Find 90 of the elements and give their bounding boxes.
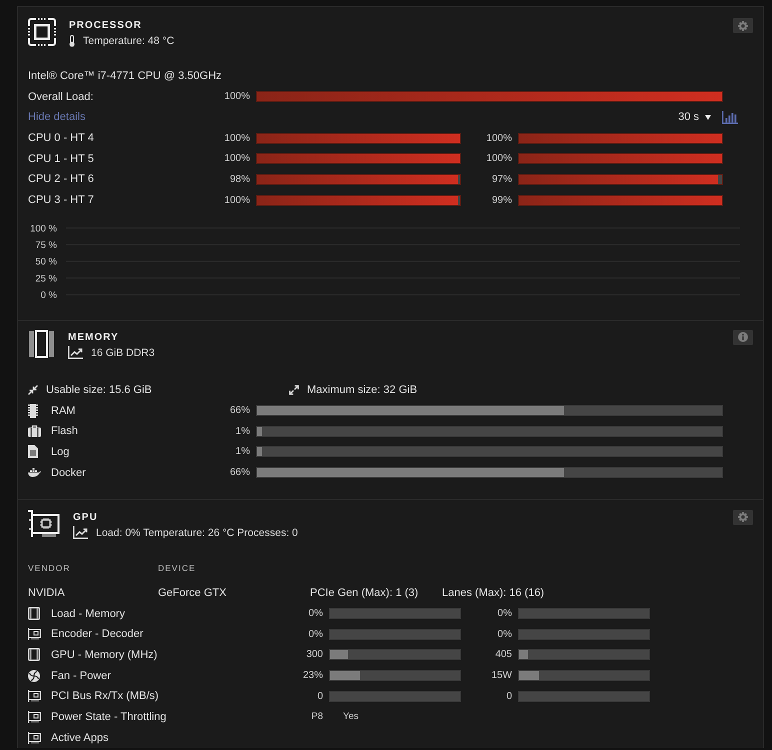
bar-chart-icon[interactable] [722,110,738,124]
thermometer-icon [69,35,75,47]
expand-arrows-icon [289,384,299,395]
metric-value: 15W [491,670,513,682]
section-title: MEMORY [68,330,120,345]
core-label: CPU 3 - HT 7 [28,194,94,206]
settings-icon [738,512,748,522]
section-title: GPU [73,510,99,525]
usable-size-text: Usable size: 15.6 GiB [46,384,152,396]
device-text: GeForce GTX [158,586,226,601]
cpu-chip-icon [28,18,56,46]
percentage-text: 100% [486,153,513,164]
metric-label: Active Apps [51,732,108,744]
pcie-generation-text: PCIe Gen (Max): 1 (3) [310,586,418,601]
settings-button[interactable] [733,510,753,525]
core-label: CPU 2 - HT 6 [28,173,94,186]
core-label: CPU 0 - HT 4 [28,132,94,144]
vendor-text: NVIDIA [28,586,65,601]
metric-label: Encoder - Decoder [51,628,144,640]
gpu-summary-text: Load: 0% Temperature: 26 °C Processes: 0 [96,526,298,541]
scale-label: 25 % [35,273,57,284]
graphics-card-icon [28,510,60,538]
briefcase-icon [28,425,41,438]
line-graph-icon [68,346,83,360]
column-header: VENDOR [28,562,70,575]
pcie-lanes-text: Lanes (Max): 16 (16) [442,586,544,601]
metric-value: 300 [306,649,324,660]
metric-value: P8 [311,711,324,722]
chip-outline-icon [28,607,40,620]
metric-label: Load - Memory [51,608,125,620]
metric-value: 0% [498,628,513,640]
percentage-text: 97% [492,174,513,185]
memory-item-label: RAM [51,404,76,417]
metric-label: Fan - Power [51,670,111,682]
metric-label: PCI Bus Rx/Tx (MB/s) [51,690,159,702]
metric-value: 0 [317,690,324,702]
memory-chip-icon [28,404,38,418]
whale-icon [28,468,41,478]
core-label: CPU 1 - HT 5 [28,152,94,165]
line-graph-icon [73,526,88,540]
scale-label: 100 % [30,223,57,234]
metric-label: Power State - Throttling [51,710,166,723]
graphics-card-icon [28,628,41,640]
memory-item-label: Log [51,446,70,458]
percentage-text: 100% [224,194,251,206]
metric-value: 0 [506,690,513,702]
metric-value: 23% [302,670,324,682]
chip-outline-icon [28,648,40,662]
settings-icon [738,20,748,30]
scale-label: 50 % [35,256,57,268]
percentage-text: 100% [224,153,251,164]
interval-dropdown[interactable]: 30 s [678,111,711,124]
percentage-text: 66% [230,405,251,416]
percentage-text: 100% [224,132,251,144]
memory-item-label: Flash [51,425,78,438]
percentage-text: 100% [224,91,251,102]
memory-summary-text: 16 GiB DDR3 [91,346,155,361]
memory-item-label: Docker [51,466,86,479]
percentage-text: 100% [486,132,513,144]
memory-module-icon [28,330,55,358]
scale-label: 75 % [35,240,57,251]
document-icon [28,445,38,458]
column-header: DEVICE [158,562,196,575]
fan-icon [28,670,40,682]
percentage-text: 98% [230,174,251,185]
metric-value: 0% [308,628,324,640]
metric-value: Yes [343,711,358,722]
info-button[interactable] [733,330,753,345]
maximum-size-text: Maximum size: 32 GiB [307,384,418,396]
hide-details-link[interactable]: Hide details [28,111,86,124]
percentage-text: 99% [492,194,513,206]
percentage-text: 1% [236,446,251,458]
settings-button[interactable] [733,18,753,33]
scale-label: 0 % [40,290,57,301]
percentage-text: 1% [236,426,251,437]
overall-load-label: Overall Load: [28,90,94,103]
graphics-card-icon [28,690,41,702]
info-icon [738,332,748,342]
section-title: PROCESSOR [69,19,143,33]
graphics-card-icon [28,710,41,723]
caret-icon [705,114,711,120]
metric-value: 0% [498,608,513,620]
graphics-card-icon [28,732,41,744]
metric-value: 405 [495,649,513,660]
cpu-model-text: Intel® Core™ i7-4771 CPU @ 3.50GHz [28,70,222,82]
metric-value: 0% [308,608,324,620]
percentage-text: 66% [230,467,251,478]
compress-arrows-icon [28,384,38,395]
metric-label: GPU - Memory (MHz) [51,648,158,661]
temperature-text: Temperature: 48 °C [83,34,174,49]
